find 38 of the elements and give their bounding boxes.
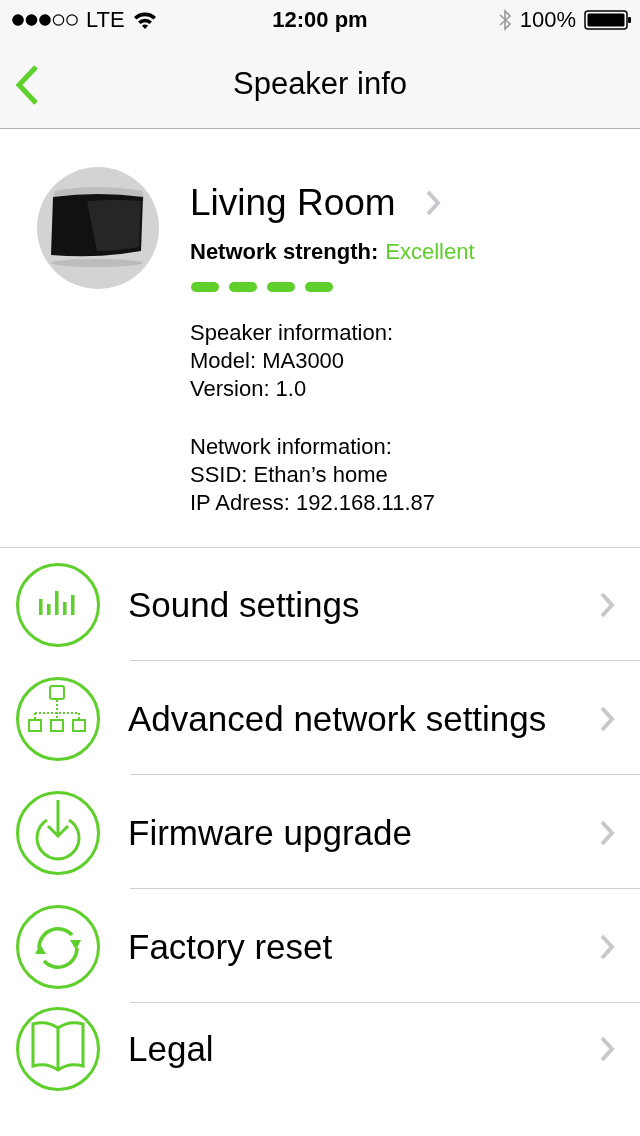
chevron-right-icon [598,932,616,961]
menu-item[interactable]: Advanced network settings [0,662,640,776]
info-line: Version: 1.0 [190,375,308,403]
section-heading: Speaker information: [190,319,394,347]
carrier-label: LTE [86,7,125,33]
menu-label: Advanced network settings [128,698,548,739]
info-line: SSID: Ethan’s home [190,461,389,489]
page-title: Speaker info [232,66,408,102]
chevron-left-icon [14,64,40,106]
book-icon [15,1006,101,1092]
menu-label: Factory reset [128,926,334,967]
equalizer-icon [15,561,101,648]
menu-label: Firmware upgrade [128,812,413,853]
menu-item[interactable]: Sound settings [0,548,640,662]
chevron-right-icon [598,1035,616,1063]
section-heading: Network information: [190,433,393,461]
menu-label: Legal [128,1029,215,1069]
clock-time: 12:00 pm [272,7,368,33]
chevron-right-icon [598,704,616,733]
info-line: Model: MA3000 [190,347,346,375]
network-strength-value: Excellent [385,239,475,265]
network-tree-icon [15,675,101,762]
bluetooth-icon [497,8,512,32]
battery-icon [584,10,632,30]
wifi-icon [132,11,157,29]
network-strength-label: Network strength: [190,239,379,265]
refresh-icon [15,903,101,990]
menu-label: Sound settings [128,584,361,625]
menu-item[interactable]: Legal [0,1004,640,1095]
chevron-right-icon [598,590,616,619]
signal-icon [12,13,78,27]
download-icon [15,789,101,876]
menu-item[interactable]: Factory reset [0,890,640,1004]
battery-percent: 100% [519,7,576,33]
chevron-right-icon [598,818,616,847]
info-line: IP Adress: 192.168.11.87 [190,489,437,517]
speaker-name[interactable]: Living Room [190,177,396,229]
menu-item[interactable]: Firmware upgrade [0,776,640,890]
